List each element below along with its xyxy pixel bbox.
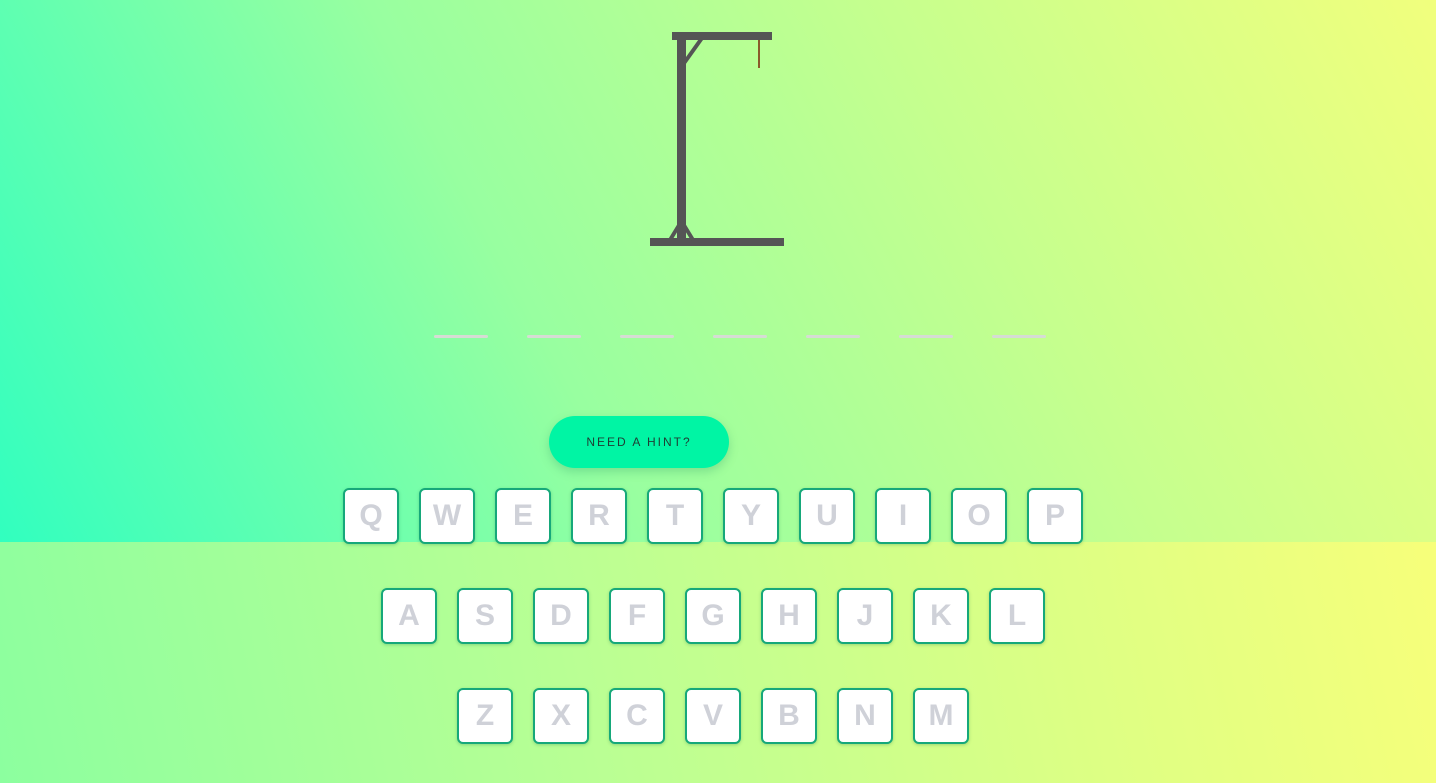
key-i[interactable]: I bbox=[875, 488, 931, 544]
key-e[interactable]: E bbox=[495, 488, 551, 544]
keyboard-row-3: ZXCVBNM bbox=[0, 688, 1436, 748]
hint-button[interactable]: NEED A HINT? bbox=[549, 416, 729, 468]
key-w[interactable]: W bbox=[419, 488, 475, 544]
gallows-beam bbox=[672, 32, 772, 40]
key-a[interactable]: A bbox=[381, 588, 437, 644]
key-z[interactable]: Z bbox=[457, 688, 513, 744]
key-t[interactable]: T bbox=[647, 488, 703, 544]
key-p[interactable]: P bbox=[1027, 488, 1083, 544]
keyboard-row-2: ASDFGHJKL bbox=[0, 588, 1436, 648]
key-n[interactable]: N bbox=[837, 688, 893, 744]
rope bbox=[758, 40, 760, 68]
gallows bbox=[650, 32, 784, 246]
key-h[interactable]: H bbox=[761, 588, 817, 644]
letter-slot bbox=[620, 335, 674, 338]
key-v[interactable]: V bbox=[685, 688, 741, 744]
key-g[interactable]: G bbox=[685, 588, 741, 644]
key-l[interactable]: L bbox=[989, 588, 1045, 644]
key-j[interactable]: J bbox=[837, 588, 893, 644]
letter-slot bbox=[434, 335, 488, 338]
letter-slot bbox=[899, 335, 953, 338]
key-x[interactable]: X bbox=[533, 688, 589, 744]
letter-slot bbox=[713, 335, 767, 338]
letter-slot bbox=[527, 335, 581, 338]
key-c[interactable]: C bbox=[609, 688, 665, 744]
key-f[interactable]: F bbox=[609, 588, 665, 644]
key-s[interactable]: S bbox=[457, 588, 513, 644]
letter-slot bbox=[806, 335, 860, 338]
key-r[interactable]: R bbox=[571, 488, 627, 544]
key-d[interactable]: D bbox=[533, 588, 589, 644]
key-o[interactable]: O bbox=[951, 488, 1007, 544]
letter-slot bbox=[992, 335, 1046, 338]
key-u[interactable]: U bbox=[799, 488, 855, 544]
key-k[interactable]: K bbox=[913, 588, 969, 644]
key-y[interactable]: Y bbox=[723, 488, 779, 544]
key-b[interactable]: B bbox=[761, 688, 817, 744]
keyboard-row-1: QWERTYUIOP bbox=[0, 488, 1436, 548]
word-slots bbox=[434, 335, 1046, 341]
key-q[interactable]: Q bbox=[343, 488, 399, 544]
key-m[interactable]: M bbox=[913, 688, 969, 744]
